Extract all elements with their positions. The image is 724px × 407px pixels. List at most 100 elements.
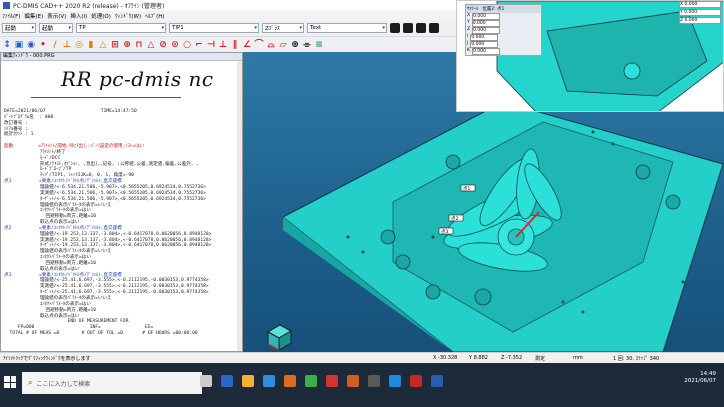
chevron-down-icon: ▾ [161, 25, 164, 31]
alignment-combo[interactable]: 起動 ▾ [2, 23, 36, 33]
pcdmis-taskbar-icon[interactable] [431, 375, 443, 387]
firefox-icon[interactable] [284, 375, 296, 387]
view-side-icon[interactable] [416, 23, 426, 33]
box-icon[interactable]: ▣ [14, 40, 24, 50]
window-title: PC-DMIS CAD++ 2020 R2 (release) - ｵﾌﾗｲﾝ … [13, 3, 165, 10]
folder-icon[interactable] [242, 375, 254, 387]
triangle-icon[interactable]: △ [146, 40, 156, 50]
readout-axis-label: J [467, 41, 469, 46]
menu-edit[interactable]: 編集(E) [24, 12, 43, 20]
chevron-down-icon: ▾ [68, 25, 71, 31]
status-x: X -30.328 [433, 355, 458, 361]
readout-z: Z 0.000 [679, 17, 721, 24]
toolbar-settings: 起動 ▾ 起動 ▾ TP ▾ TIP1 ▾ Zﾌﾟﾗｽ ▾ Text ▾ [0, 20, 456, 36]
auto-circle-icon[interactable]: ○ [182, 40, 192, 50]
app-red-icon[interactable] [326, 375, 338, 387]
menu-window[interactable]: ｳｨﾝﾄﾞｳ(W) [115, 12, 141, 20]
view-top-icon[interactable] [390, 23, 400, 33]
tip-combo[interactable]: TIP1 ▾ [169, 23, 259, 33]
readout-value: 0.000 [472, 27, 501, 34]
edge-icon[interactable] [389, 375, 401, 387]
position-icon[interactable]: ⊕ [290, 40, 300, 50]
spindle-icon[interactable]: ⊙ [170, 40, 180, 50]
status-mode: 測定 [535, 355, 546, 362]
circle-icon[interactable]: ◎ [74, 40, 84, 50]
code-line[interactable]: 理論値/<-6.534,21.506,-5.907>,<0.5655205,0.… [4, 185, 240, 191]
angle-icon[interactable]: ∠ [242, 40, 252, 50]
dimension-icon[interactable]: ⊣ [206, 40, 216, 50]
workplane-combo[interactable]: Zﾌﾟﾗｽ ▾ [262, 23, 304, 33]
program-code[interactable]: DATE=2021/06/07 TIME=14:47:50 ﾊﾟｰﾄﾌﾟﾛｸﾞﾗﾑ… [4, 109, 240, 337]
app-icon [3, 2, 10, 9]
task-view-icon[interactable] [200, 375, 212, 387]
readout-field: K 0.000 [466, 48, 541, 55]
parallel-icon[interactable]: ∥ [230, 40, 240, 50]
slot-icon[interactable]: ⊞ [110, 40, 120, 50]
system-tray[interactable]: 14:49 2021/06/07 [684, 371, 716, 385]
readout-summary-label: ｻﾏﾘｰﾙ [467, 7, 479, 12]
menu-help[interactable]: ﾍﾙﾌﾟ(H) [145, 12, 164, 20]
grid-icon[interactable]: ⊕ [122, 40, 132, 50]
taskbar-search[interactable]: ⌕ ここに入力して検索 [22, 372, 202, 394]
label-point2: 点2 [451, 216, 458, 222]
square-slot-icon[interactable]: ⊓ [134, 40, 144, 50]
menu-operation[interactable]: 処理(O) [91, 12, 111, 20]
status-y: Y 8.882 [469, 355, 488, 361]
edit-window-title: 編集ｳｨﾝﾄﾞｳ - 000.PRG [1, 53, 242, 61]
readout-panel: ｻﾏﾘｰﾙ 位置2: 点1 X 0.000 Y 0.000 Z 0.000 I 0.000 J 0… [465, 4, 542, 56]
search-placeholder: ここに入力して検索 [36, 380, 91, 388]
pdf-icon[interactable] [410, 375, 422, 387]
app-gray-icon[interactable] [368, 375, 380, 387]
label-point3: 点3 [441, 229, 448, 235]
coordinate-combo[interactable]: 起動 ▾ [39, 23, 73, 33]
menu-insert[interactable]: 挿入(I) [70, 12, 87, 20]
readout-field: Z 0.000 [466, 27, 541, 34]
code-line[interactable]: 実測値/<-6.534,21.506,-5.907>,<0.5655205,0.… [4, 191, 240, 197]
code-line[interactable]: TOTAL # OF MEAS =0 # OUT OF TOL =0 # OF … [4, 331, 240, 337]
view-iso-icon[interactable] [429, 23, 439, 33]
cone-icon[interactable]: △ [98, 40, 108, 50]
edit-window: 編集ｳｨﾝﾄﾞｳ - 000.PRG RR pc-dmis nc DATE=20… [0, 52, 243, 352]
point-icon[interactable]: • [38, 40, 48, 50]
probe-combo[interactable]: TP ▾ [76, 23, 166, 33]
flatness-icon[interactable]: ⏥ [278, 40, 288, 50]
code-line[interactable]: 理論値/<-19.253,13.137,-3.804>,<-0.6417078,… [4, 232, 240, 238]
auto-line-icon[interactable]: ⌐ [194, 40, 204, 50]
menu-bar: ﾌｧｲﾙ(F) 編集(E) 表示(V) 挿入(I) 処理(O) ｳｨﾝﾄﾞｳ(W… [0, 11, 456, 20]
menu-view[interactable]: 表示(V) [47, 12, 66, 20]
clock-date: 2021/06/07 [684, 378, 716, 384]
explorer-icon[interactable] [221, 375, 233, 387]
view-mode-combo[interactable]: Text ▾ [307, 23, 387, 33]
arc-icon[interactable]: ⌓ [266, 40, 276, 50]
chevron-down-icon: ▾ [31, 25, 34, 31]
editor-scrollbar[interactable] [237, 61, 242, 351]
profile-icon[interactable]: ⌒ [254, 40, 264, 50]
readout-value: 0.000 [471, 20, 500, 27]
sphere-icon[interactable]: ◉ [26, 40, 36, 50]
taskbar-apps [200, 375, 443, 387]
search-icon: ⌕ [28, 378, 33, 387]
report-icon[interactable]: ≡ [314, 40, 324, 50]
readout-field: X 0.000 [466, 13, 541, 20]
taskbar: ⌕ ここに入力して検索 14:49 2021/06/07 [0, 363, 724, 407]
plane-icon[interactable]: ⊥ [62, 40, 72, 50]
readout-axis-label: I [467, 34, 469, 39]
windows-start-icon[interactable] [4, 376, 16, 388]
mail-icon[interactable] [263, 375, 275, 387]
probe-readout-window: ｻﾏﾘｰﾙ 位置2: 点1 X 0.000 Y 0.000 Z 0.000 I 0.000 J 0… [456, 0, 724, 112]
rotate-icon[interactable]: ↕ [2, 40, 12, 50]
toolbar-features: ↕ ▣ ◉ • / ⊥ ◎ ▮ △ ⊞ ⊕ ⊓ △ ⊘ ⊙ ○ ⌐ ⊣ ⊥ ∥ … [0, 36, 456, 52]
line-icon[interactable]: / [50, 40, 60, 50]
readout-x: X 0.000 [679, 1, 721, 8]
view-front-icon[interactable] [403, 23, 413, 33]
menu-file[interactable]: ﾌｧｲﾙ(F) [2, 12, 20, 20]
chrome-icon[interactable] [305, 375, 317, 387]
orientation-cube[interactable] [266, 324, 293, 351]
perpendicular-icon[interactable]: ⊥ [218, 40, 228, 50]
cylinder-icon[interactable]: ▮ [86, 40, 96, 50]
status-stats: 1 回: 30, ｽﾃｯﾌﾟ 340 [613, 355, 660, 362]
office-icon[interactable] [347, 375, 359, 387]
code-line[interactable]: ﾀｰｹﾞｯﾄ/<-6.534,21.506,-5.907>,<0.5655205… [4, 197, 240, 203]
symmetry-icon[interactable]: ⌯ [302, 40, 312, 50]
torus-icon[interactable]: ⊘ [158, 40, 168, 50]
